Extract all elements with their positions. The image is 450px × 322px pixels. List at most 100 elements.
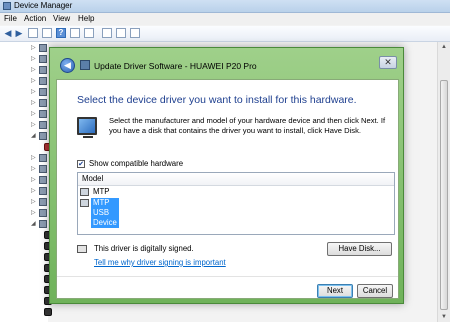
tree-node[interactable]: ▷ <box>0 197 48 208</box>
back-arrow-icon[interactable]: ◀ <box>3 28 13 38</box>
menu-file[interactable]: File <box>4 13 17 25</box>
expand-icon[interactable]: ▷ <box>31 111 36 118</box>
scroll-down-icon[interactable]: ▼ <box>438 312 450 322</box>
device-manager-icon <box>3 2 11 10</box>
device-driver-icon <box>80 188 89 196</box>
driver-signing-link[interactable]: Tell me why driver signing is important <box>94 257 226 268</box>
tree-node[interactable]: ▷ <box>0 65 48 76</box>
model-list: Model MTP MTP USB Device <box>77 172 395 235</box>
expand-icon[interactable]: ▷ <box>31 89 36 96</box>
menu-action[interactable]: Action <box>24 13 46 25</box>
expand-icon[interactable]: ▷ <box>31 78 36 85</box>
expand-icon[interactable]: ▷ <box>31 177 36 184</box>
device-category-icon <box>39 99 47 107</box>
device-category-icon <box>39 121 47 129</box>
expand-icon[interactable]: ◢ <box>31 133 36 140</box>
tree-node[interactable]: ▷ <box>0 153 48 164</box>
update-driver-icon[interactable] <box>102 28 112 38</box>
back-button[interactable]: ◀ <box>60 58 75 73</box>
next-button[interactable]: Next <box>317 284 353 298</box>
device-tree: ▷ ▷ ▷ ▷ ▷ ▷ ▷ ▷ ◢ ▷ ▷ ▷ ▷ ▷ ▷ ◢ <box>0 42 52 322</box>
device-category-icon <box>39 66 47 74</box>
model-column-header[interactable]: Model <box>78 173 394 186</box>
tree-node[interactable]: ▷ <box>0 208 48 219</box>
show-hide-tree-icon[interactable] <box>42 28 52 38</box>
window-title: Device Manager <box>14 1 73 10</box>
menu-help[interactable]: Help <box>78 13 94 25</box>
forward-arrow-icon[interactable]: ▶ <box>14 28 24 38</box>
model-item-label: MTP <box>93 187 110 196</box>
expand-icon[interactable]: ▷ <box>31 100 36 107</box>
tree-node[interactable]: ▷ <box>0 87 48 98</box>
scroll-thumb[interactable] <box>440 80 448 310</box>
tree-node[interactable] <box>0 307 52 318</box>
footer-divider <box>57 276 398 277</box>
usb-controllers-icon <box>39 220 47 228</box>
tree-node[interactable] <box>0 252 52 263</box>
device-category-icon <box>39 209 47 217</box>
cancel-button[interactable]: Cancel <box>357 284 393 298</box>
menu-bar: File Action View Help <box>0 13 450 25</box>
tree-node[interactable]: ▷ <box>0 98 48 109</box>
tree-node[interactable]: ▷ <box>0 164 48 175</box>
tree-node[interactable]: ▷ <box>0 109 48 120</box>
device-category-icon <box>39 198 47 206</box>
update-driver-dialog: ◀ Update Driver Software - HUAWEI P20 Pr… <box>49 47 404 304</box>
expand-icon[interactable]: ▷ <box>31 122 36 129</box>
disable-icon[interactable] <box>130 28 140 38</box>
dialog-body: Select the device driver you want to ins… <box>56 79 399 299</box>
menu-view[interactable]: View <box>53 13 70 25</box>
page-heading: Select the device driver you want to ins… <box>77 94 357 106</box>
expand-icon[interactable]: ▷ <box>31 199 36 206</box>
tree-node[interactable]: ◢ <box>0 219 48 230</box>
tree-node[interactable]: ▷ <box>0 186 48 197</box>
tree-node[interactable]: ▷ <box>0 43 48 54</box>
expand-icon[interactable]: ▷ <box>31 45 36 52</box>
expand-icon[interactable]: ▷ <box>31 210 36 217</box>
device-driver-icon <box>80 199 89 207</box>
device-icon <box>80 60 90 70</box>
tree-node[interactable] <box>0 274 52 285</box>
expand-icon[interactable]: ▷ <box>31 67 36 74</box>
expand-icon[interactable]: ▷ <box>31 188 36 195</box>
tree-node[interactable] <box>0 263 52 274</box>
expand-icon[interactable]: ▷ <box>31 56 36 63</box>
device-category-icon <box>39 88 47 96</box>
device-category-icon <box>39 44 47 52</box>
tree-node[interactable]: ▷ <box>0 54 48 65</box>
scan-hardware-icon[interactable] <box>70 28 80 38</box>
tree-node[interactable]: ▷ <box>0 76 48 87</box>
close-button[interactable]: ✕ <box>379 56 397 69</box>
show-compatible-label[interactable]: Show compatible hardware <box>89 159 183 169</box>
hardware-icon <box>77 117 97 138</box>
tree-node[interactable] <box>0 230 52 241</box>
device-category-icon <box>39 77 47 85</box>
tree-node[interactable] <box>0 142 52 153</box>
tree-node[interactable]: ◢ <box>0 131 48 142</box>
scroll-up-icon[interactable]: ▲ <box>438 42 450 52</box>
expand-icon[interactable]: ▷ <box>31 155 36 162</box>
model-item-label: MTP USB Device <box>91 198 119 228</box>
tree-node[interactable] <box>0 241 52 252</box>
dialog-header: ◀ Update Driver Software - HUAWEI P20 Pr… <box>56 54 399 78</box>
tree-node[interactable] <box>0 296 52 307</box>
dialog-title: Update Driver Software - HUAWEI P20 Pro <box>94 61 257 71</box>
expand-icon[interactable]: ◢ <box>31 221 36 228</box>
toolbar: ◀ ▶ ? <box>0 26 450 42</box>
device-category-icon <box>39 176 47 184</box>
help-icon[interactable]: ? <box>56 28 66 38</box>
uninstall-icon[interactable] <box>116 28 126 38</box>
usb-device-icon <box>44 308 52 316</box>
device-category-icon <box>39 55 47 63</box>
computer-icon[interactable] <box>84 28 94 38</box>
have-disk-button[interactable]: Have Disk... <box>327 242 392 256</box>
signed-driver-icon <box>77 245 87 253</box>
tree-node[interactable]: ▷ <box>0 120 48 131</box>
signed-status-text: This driver is digitally signed. <box>94 244 194 253</box>
show-compatible-checkbox[interactable]: ✔ <box>77 160 85 168</box>
properties-icon[interactable] <box>28 28 38 38</box>
expand-icon[interactable]: ▷ <box>31 166 36 173</box>
vertical-scrollbar[interactable]: ▲ ▼ <box>437 42 450 322</box>
tree-node[interactable]: ▷ <box>0 175 48 186</box>
tree-node[interactable] <box>0 285 52 296</box>
